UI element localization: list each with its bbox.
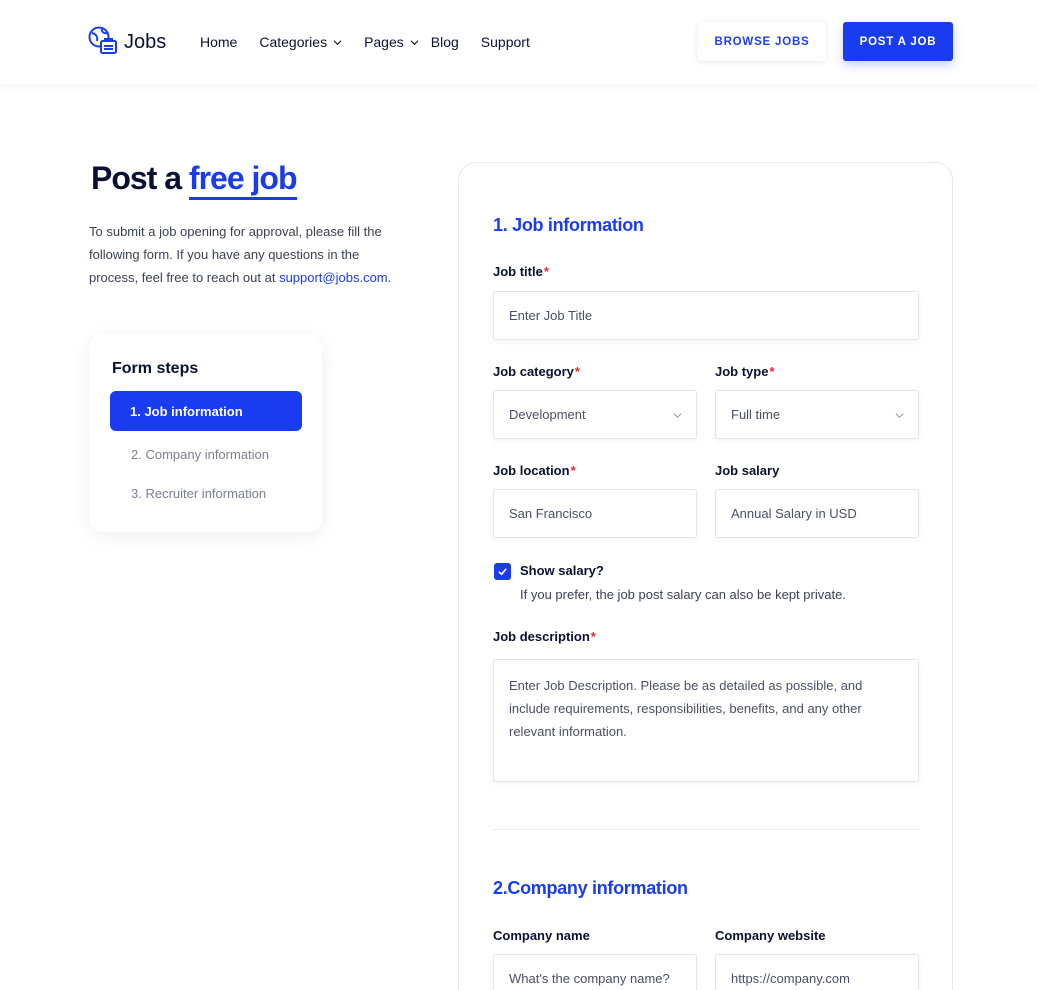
nav-categories-label: Categories (259, 34, 328, 50)
post-job-button[interactable]: POST A JOB (843, 22, 953, 61)
chevron-down-icon (410, 39, 419, 45)
job-type-select[interactable]: Full time (715, 390, 919, 439)
required-mark: * (769, 364, 775, 379)
page-title-accent: free job (188, 160, 297, 200)
job-salary-label: Job salary (715, 463, 780, 478)
nav-support[interactable]: Support (481, 34, 530, 50)
job-title-input[interactable]: Enter Job Title (493, 291, 919, 340)
company-name-label: Company name (493, 928, 590, 943)
browse-jobs-button[interactable]: BROWSE JOBS (698, 22, 826, 61)
chevron-down-icon (673, 413, 682, 419)
job-category-label-text: Job category (493, 364, 574, 379)
job-title-label: Job title* (493, 264, 549, 279)
job-form-card: 1. Job information Job title* Enter Job … (458, 162, 953, 990)
job-location-label-text: Job location (493, 463, 570, 478)
job-description-label-text: Job description (493, 629, 590, 644)
show-salary-label[interactable]: Show salary? (520, 563, 604, 578)
job-title-label-text: Job title (493, 264, 543, 279)
job-category-value: Development (509, 407, 586, 422)
nav-home[interactable]: Home (200, 34, 237, 50)
nav-blog[interactable]: Blog (431, 34, 459, 50)
job-type-value: Full time (731, 407, 781, 422)
page-title: Post a free job (91, 160, 297, 200)
job-category-label: Job category* (493, 364, 580, 379)
form-steps-title: Form steps (112, 360, 199, 377)
job-type-label-text: Job type (715, 364, 769, 379)
job-description-textarea[interactable]: Enter Job Description. Please be as deta… (493, 659, 919, 782)
main-nav: Home Categories Pages Blog Support (200, 34, 552, 50)
required-mark: * (574, 364, 580, 379)
section-divider (493, 829, 919, 830)
required-mark: * (570, 463, 576, 478)
intro-end: . (387, 270, 392, 285)
job-location-label: Job location* (493, 463, 576, 478)
job-type-label: Job type* (715, 364, 775, 379)
logo-text: Jobs (124, 30, 167, 53)
company-website-input[interactable]: https://company.com (715, 954, 919, 990)
nav-pages[interactable]: Pages (364, 34, 419, 50)
job-location-input[interactable]: San Francisco (493, 489, 697, 538)
job-description-label: Job description* (493, 629, 596, 644)
section-company-information-title: 2.Company information (493, 878, 688, 898)
form-steps-panel: Form steps 1. Job information 2. Company… (89, 334, 322, 532)
step-job-information[interactable]: 1. Job information (110, 391, 302, 431)
company-name-input[interactable]: What's the company name? (493, 954, 697, 990)
show-salary-help: If you prefer, the job post salary can a… (520, 587, 846, 602)
intro-text: To submit a job opening for approval, pl… (89, 220, 409, 289)
support-email-link[interactable]: support@jobs.com (279, 270, 388, 285)
required-mark: * (590, 629, 596, 644)
company-website-label: Company website (715, 928, 826, 943)
show-salary-checkbox[interactable] (494, 563, 511, 580)
briefcase-globe-icon (88, 26, 117, 54)
section-job-information-title: 1. Job information (493, 215, 644, 235)
checkmark-icon (498, 568, 507, 576)
nav-pages-label: Pages (364, 34, 404, 50)
job-category-select[interactable]: Development (493, 390, 697, 439)
page-title-prefix: Post a (91, 160, 182, 196)
step-recruiter-information[interactable]: 3. Recruiter information (131, 486, 266, 501)
chevron-down-icon (895, 413, 904, 419)
job-salary-input[interactable]: Annual Salary in USD (715, 489, 919, 538)
required-mark: * (543, 264, 549, 279)
jobs-logo[interactable]: Jobs (88, 26, 166, 58)
nav-categories[interactable]: Categories (259, 34, 342, 50)
step-company-information[interactable]: 2. Company information (131, 447, 269, 462)
top-header: Jobs Home Categories Pages Blog Support … (0, 0, 1038, 84)
chevron-down-icon (333, 39, 342, 45)
